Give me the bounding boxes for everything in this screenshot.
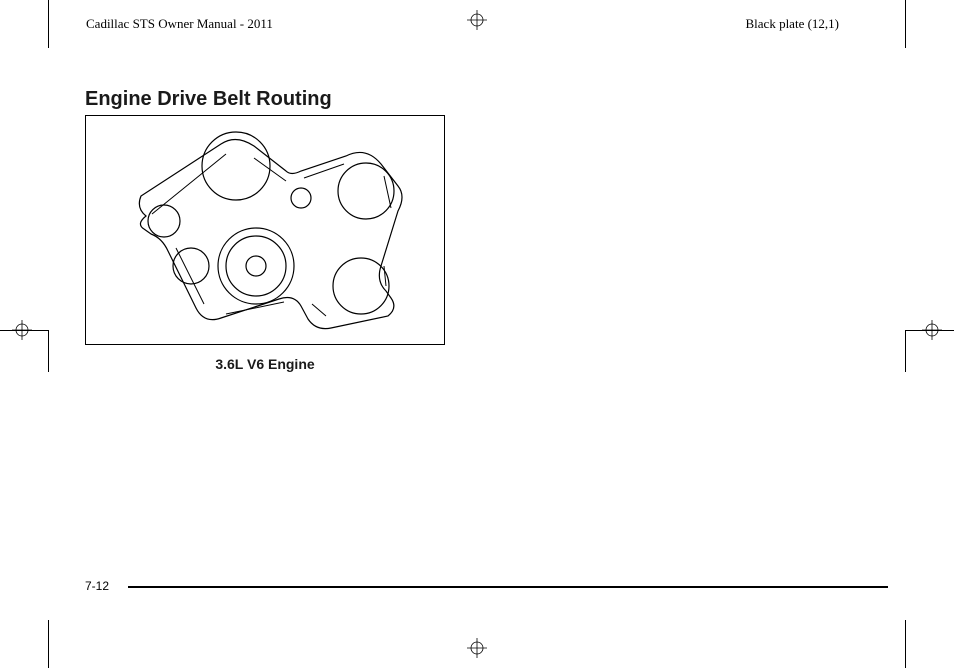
registration-mark-icon	[922, 320, 942, 340]
footer-rule	[128, 586, 888, 588]
section-heading: Engine Drive Belt Routing	[85, 88, 332, 111]
page-number: 7-12	[85, 579, 109, 593]
registration-mark-icon	[467, 10, 487, 30]
crop-mark	[905, 330, 906, 372]
header-right-text: Black plate (12,1)	[746, 16, 840, 32]
crop-mark	[48, 620, 49, 668]
header-left-text: Cadillac STS Owner Manual - 2011	[86, 16, 273, 32]
crop-mark	[48, 0, 49, 48]
crop-mark	[905, 0, 906, 48]
belt-routing-diagram	[85, 115, 445, 345]
crop-mark	[905, 620, 906, 668]
figure-caption: 3.6L V6 Engine	[85, 356, 445, 372]
registration-mark-icon	[12, 320, 32, 340]
crop-mark	[48, 330, 49, 372]
registration-mark-icon	[467, 638, 487, 658]
